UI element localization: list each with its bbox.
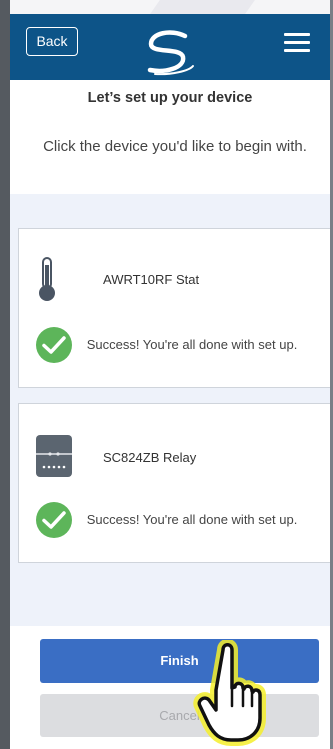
finish-button[interactable]: Finish xyxy=(40,639,319,683)
status-text: Success! You're all done with set up. xyxy=(86,337,298,352)
status-text: Success! You're all done with set up. xyxy=(86,512,298,527)
device-card-sc824zb[interactable]: SC824ZB Relay Success! You're all done w… xyxy=(18,403,330,563)
app-header: Back xyxy=(10,14,330,80)
page-subtitle: Click the device you'd like to begin wit… xyxy=(43,138,307,155)
app-screen: Back Let’s set up your device Click the … xyxy=(10,14,330,749)
back-button[interactable]: Back xyxy=(26,27,78,56)
check-circle-icon xyxy=(36,502,72,538)
device-card-awrt10rf[interactable]: AWRT10RF Stat Success! You're all done w… xyxy=(18,228,330,388)
thermometer-icon xyxy=(39,257,55,301)
device-bezel-left xyxy=(0,0,10,749)
device-name: AWRT10RF Stat xyxy=(103,272,200,287)
relay-box-icon xyxy=(36,435,72,477)
device-name: SC824ZB Relay xyxy=(103,450,197,465)
hamburger-menu-icon[interactable] xyxy=(282,33,312,55)
check-circle-icon xyxy=(36,327,72,363)
swirl-logo-icon xyxy=(147,30,194,76)
page-title: Let’s set up your device xyxy=(87,90,253,106)
cancel-button[interactable]: Cancel xyxy=(40,694,319,737)
window-top-bar xyxy=(0,0,333,14)
device-list: AWRT10RF Stat Success! You're all done w… xyxy=(10,194,330,626)
